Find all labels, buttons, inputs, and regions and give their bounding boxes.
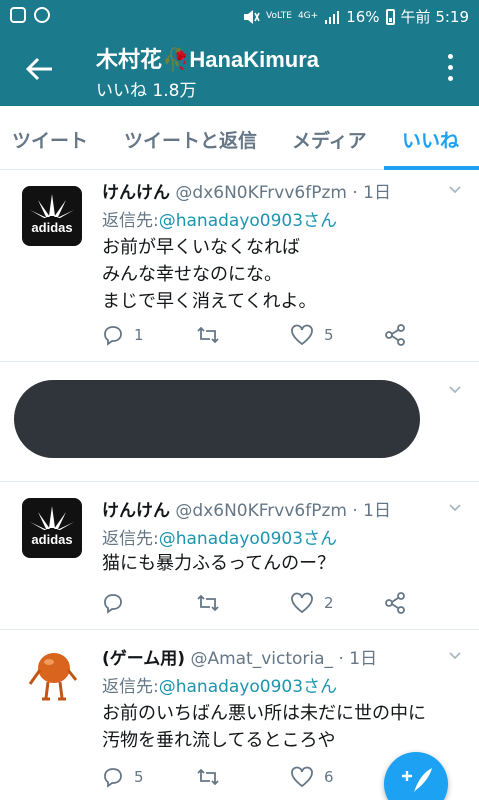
avatar-logo-text: adidas xyxy=(31,532,72,547)
like-button[interactable]: 5 xyxy=(290,324,334,346)
like-count: 2 xyxy=(324,594,334,612)
share-icon xyxy=(385,324,405,346)
author-handle[interactable]: @dx6N0KFrvv6fPzm xyxy=(175,501,347,521)
clock: 午前 5:19 xyxy=(400,8,469,26)
retweet-button[interactable] xyxy=(196,766,230,788)
tweet-text: お前のいちばん悪い所は未だに世の中に 汚物を垂れ流してるところや xyxy=(102,703,426,751)
reply-context: 返信先:@hanadayo0903さん xyxy=(102,529,338,549)
status-bar: VoLTE 4G+ 16% 午前 5:19 xyxy=(0,0,479,34)
back-arrow-icon[interactable] xyxy=(22,52,56,86)
like-button[interactable]: 2 xyxy=(290,592,334,614)
author-name[interactable]: (ゲーム用) xyxy=(102,649,185,669)
avatar-logo-text: adidas xyxy=(31,220,72,235)
tweet-text: お前が早くいなくなれば みんな幸せなのにな。 まじで早く消えてくれよ。 xyxy=(102,237,317,312)
tweet[interactable]: adidas けんけん @dx6N0KFrvv6fPzm · 1日 返信先:@h… xyxy=(0,482,479,630)
chevron-down-icon[interactable] xyxy=(449,384,461,396)
tweet-text: 猫にも暴力ふるってんのー？ xyxy=(102,553,336,574)
tweet[interactable]: adidas けんけん @dx6N0KFrvv6fPzm · 1日 返信先:@h… xyxy=(0,172,479,362)
redaction-overlay xyxy=(14,380,420,458)
reply-mention[interactable]: @hanadayo0903さん xyxy=(159,677,337,697)
gallery-icon xyxy=(34,7,50,23)
retweet-icon xyxy=(197,326,219,344)
heart-icon xyxy=(291,592,313,614)
network-indicator: 4G+ xyxy=(297,11,319,21)
share-icon xyxy=(385,592,405,614)
author-handle[interactable]: @dx6N0KFrvv6fPzm xyxy=(175,183,347,203)
share-button[interactable] xyxy=(384,324,406,346)
app-bar: 木村花🥀HanaKimura いいね 1.8万 xyxy=(0,34,479,106)
mute-icon xyxy=(244,9,260,24)
tab-media[interactable]: メディア xyxy=(292,126,367,153)
author-name[interactable]: けんけん xyxy=(102,501,170,521)
retweet-icon xyxy=(197,768,219,786)
orange-figure-avatar-icon xyxy=(28,653,78,701)
tweet-time: 1日 xyxy=(363,183,391,203)
author-name[interactable]: けんけん xyxy=(102,183,170,203)
compose-tweet-button[interactable] xyxy=(384,752,448,800)
volte-indicator: VoLTE xyxy=(266,11,292,21)
like-button[interactable]: 6 xyxy=(290,766,334,788)
chevron-down-icon[interactable] xyxy=(449,184,461,196)
reply-icon xyxy=(104,594,122,614)
share-button[interactable] xyxy=(384,592,406,614)
reply-context: 返信先:@hanadayo0903さん xyxy=(102,677,338,697)
reply-icon xyxy=(104,326,122,346)
shield-icon xyxy=(10,7,26,23)
avatar[interactable] xyxy=(22,644,82,704)
tweet-redacted[interactable] xyxy=(0,362,479,482)
heart-icon xyxy=(291,766,313,788)
retweet-button[interactable] xyxy=(196,592,230,614)
retweet-icon xyxy=(197,594,219,612)
likes-count-subtitle: いいね 1.8万 xyxy=(96,81,197,101)
adidas-logo-icon: adidas xyxy=(30,506,74,547)
profile-tabs: ツイート ツイートと返信 メディア いいね xyxy=(0,106,479,170)
battery-percent: 16% xyxy=(346,7,380,26)
heart-icon xyxy=(291,324,313,346)
adidas-logo-icon: adidas xyxy=(30,194,74,235)
avatar[interactable]: adidas xyxy=(22,186,82,246)
tab-likes[interactable]: いいね xyxy=(402,126,459,153)
tweet-time: 1日 xyxy=(349,649,378,669)
reply-button[interactable]: 5 xyxy=(102,766,144,788)
reply-icon xyxy=(104,768,122,788)
battery-icon xyxy=(385,8,395,25)
reply-count: 1 xyxy=(134,326,144,344)
chevron-down-icon[interactable] xyxy=(449,650,461,662)
signal-icon xyxy=(325,10,340,24)
reply-button[interactable] xyxy=(102,592,134,614)
avatar[interactable]: adidas xyxy=(22,498,82,558)
profile-title: 木村花🥀HanaKimura xyxy=(96,47,319,72)
reply-mention[interactable]: @hanadayo0903さん xyxy=(159,529,337,549)
active-tab-indicator xyxy=(384,166,479,170)
author-handle[interactable]: @Amat_victoria_ xyxy=(190,649,333,669)
reply-mention[interactable]: @hanadayo0903さん xyxy=(159,211,337,231)
like-count: 6 xyxy=(324,768,334,786)
reply-button[interactable]: 1 xyxy=(102,324,144,346)
retweet-button[interactable] xyxy=(196,324,230,346)
reply-context: 返信先:@hanadayo0903さん xyxy=(102,211,338,231)
compose-tweet-icon xyxy=(402,768,432,792)
tab-tweets-and-replies[interactable]: ツイートと返信 xyxy=(124,126,257,153)
like-count: 5 xyxy=(324,326,334,344)
tweet-time: 1日 xyxy=(363,501,391,521)
reply-count: 5 xyxy=(134,768,144,786)
chevron-down-icon[interactable] xyxy=(449,502,461,514)
more-options-icon[interactable] xyxy=(445,54,455,86)
tab-tweets[interactable]: ツイート xyxy=(12,126,88,153)
